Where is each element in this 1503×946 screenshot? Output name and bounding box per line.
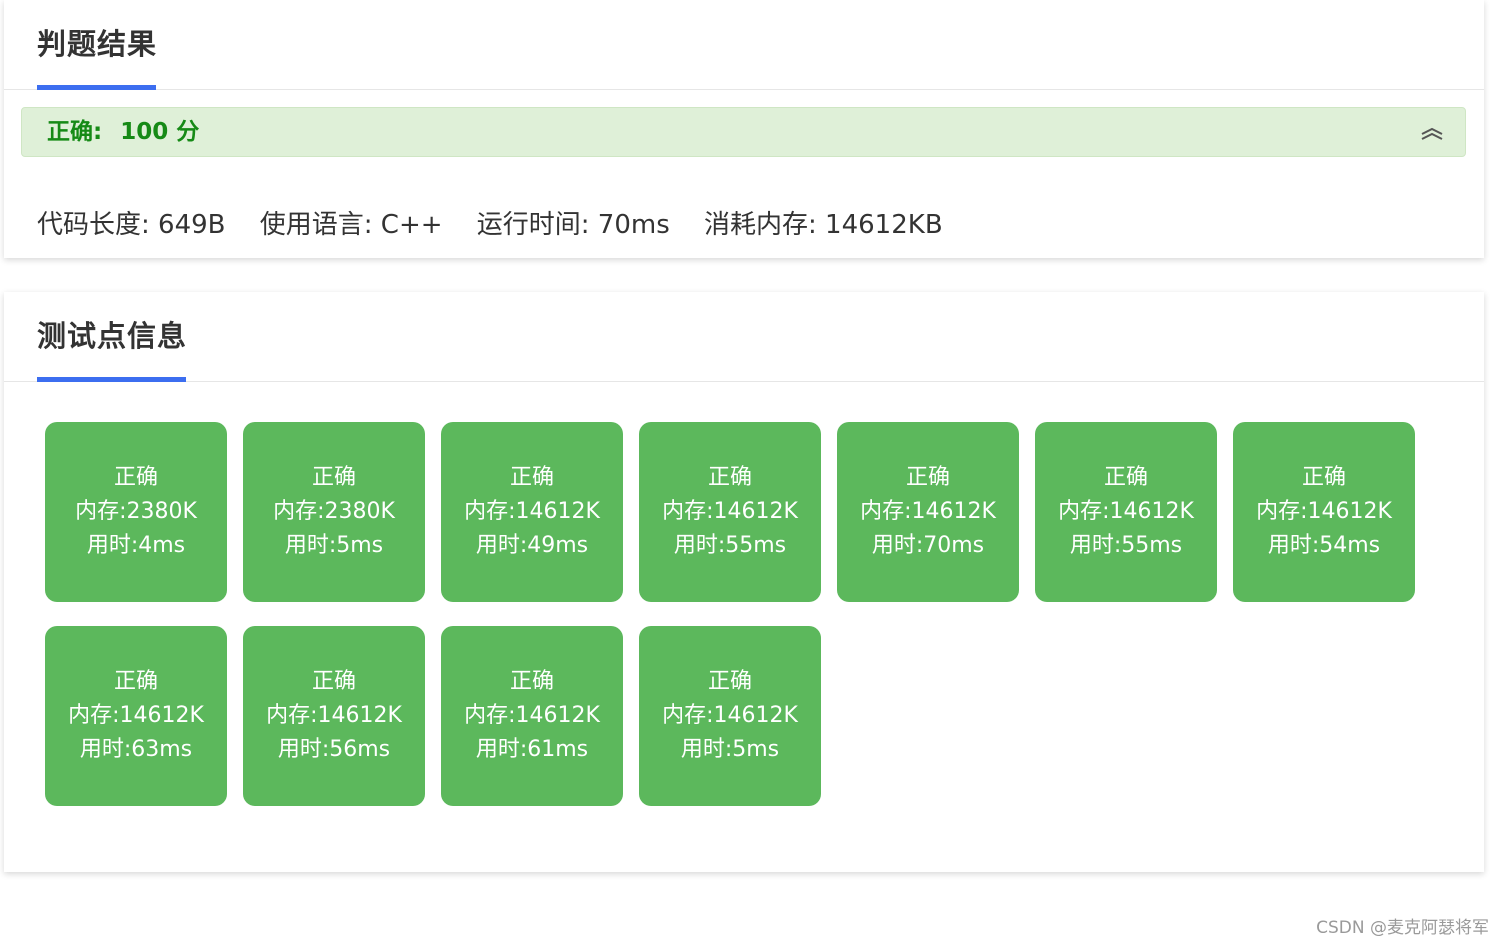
test-memory: 内存:14612K: [1058, 499, 1194, 524]
test-status: 正确: [311, 669, 356, 694]
test-time: 用时:54ms: [1267, 533, 1381, 558]
test-case-tile[interactable]: 正确 内存:14612K 用时:63ms: [45, 626, 227, 806]
run-time-stat: 运行时间: 70ms: [476, 210, 670, 240]
submission-stats: 代码长度: 649B 使用语言: C++ 运行时间: 70ms 消耗内存: 14…: [37, 205, 969, 245]
tests-card-header: 测试点信息: [4, 292, 1484, 382]
language-stat: 使用语言: C++: [259, 210, 443, 240]
test-time: 用时:5ms: [680, 737, 780, 762]
test-time: 用时:56ms: [277, 737, 391, 762]
verdict-text: 正确: 100 分: [47, 117, 199, 147]
test-case-tile[interactable]: 正确 内存:14612K 用时:49ms: [441, 422, 623, 602]
test-case-tile[interactable]: 正确 内存:14612K 用时:55ms: [639, 422, 821, 602]
verdict-score: 100 分: [120, 119, 200, 145]
test-status: 正确: [311, 465, 356, 490]
result-title-underline: [37, 85, 156, 90]
test-memory: 内存:14612K: [266, 703, 402, 728]
tests-grid: 正确 内存:2380K 用时:4ms 正确 内存:2380K 用时:5ms 正确…: [45, 422, 1445, 806]
test-case-tile[interactable]: 正确 内存:14612K 用时:61ms: [441, 626, 623, 806]
test-status: 正确: [113, 669, 158, 694]
test-time: 用时:4ms: [86, 533, 186, 558]
test-case-tile[interactable]: 正确 内存:14612K 用时:5ms: [639, 626, 821, 806]
test-memory: 内存:2380K: [75, 499, 197, 524]
test-case-tile[interactable]: 正确 内存:14612K 用时:56ms: [243, 626, 425, 806]
test-status: 正确: [509, 669, 554, 694]
test-memory: 内存:2380K: [273, 499, 395, 524]
test-time: 用时:63ms: [79, 737, 193, 762]
tests-card-title: 测试点信息: [37, 319, 188, 353]
test-time: 用时:49ms: [475, 533, 589, 558]
test-time: 用时:55ms: [1069, 533, 1183, 558]
test-status: 正确: [509, 465, 554, 490]
test-status: 正确: [707, 669, 752, 694]
test-status: 正确: [905, 465, 950, 490]
test-memory: 内存:14612K: [464, 499, 600, 524]
test-memory: 内存:14612K: [464, 703, 600, 728]
test-memory: 内存:14612K: [68, 703, 204, 728]
test-memory: 内存:14612K: [662, 703, 798, 728]
test-time: 用时:61ms: [475, 737, 589, 762]
test-status: 正确: [1301, 465, 1346, 490]
result-card-title: 判题结果: [37, 27, 158, 61]
verdict-bar[interactable]: 正确: 100 分: [21, 107, 1466, 157]
verdict-label: 正确:: [47, 119, 103, 145]
test-memory: 内存:14612K: [860, 499, 996, 524]
watermark: CSDN @麦克阿瑟将军: [1316, 918, 1489, 938]
test-case-tile[interactable]: 正确 内存:14612K 用时:70ms: [837, 422, 1019, 602]
result-card: 判题结果 正确: 100 分 代码长度: 649B 使用语言: C++ 运行时间:…: [4, 0, 1484, 258]
test-case-tile[interactable]: 正确 内存:14612K 用时:54ms: [1233, 422, 1415, 602]
chevron-double-up-icon[interactable]: [1419, 126, 1445, 142]
memory-stat: 消耗内存: 14612KB: [704, 210, 943, 240]
test-case-tile[interactable]: 正确 内存:2380K 用时:4ms: [45, 422, 227, 602]
code-length-stat: 代码长度: 649B: [37, 210, 226, 240]
tests-title-underline: [37, 377, 186, 382]
test-status: 正确: [113, 465, 158, 490]
test-memory: 内存:14612K: [1256, 499, 1392, 524]
test-case-tile[interactable]: 正确 内存:2380K 用时:5ms: [243, 422, 425, 602]
test-case-tile[interactable]: 正确 内存:14612K 用时:55ms: [1035, 422, 1217, 602]
result-card-header: 判题结果: [4, 0, 1484, 90]
tests-card: 测试点信息 正确 内存:2380K 用时:4ms 正确 内存:2380K 用时:…: [4, 292, 1484, 872]
test-time: 用时:55ms: [673, 533, 787, 558]
test-status: 正确: [1103, 465, 1148, 490]
test-status: 正确: [707, 465, 752, 490]
test-time: 用时:70ms: [871, 533, 985, 558]
test-time: 用时:5ms: [284, 533, 384, 558]
test-memory: 内存:14612K: [662, 499, 798, 524]
